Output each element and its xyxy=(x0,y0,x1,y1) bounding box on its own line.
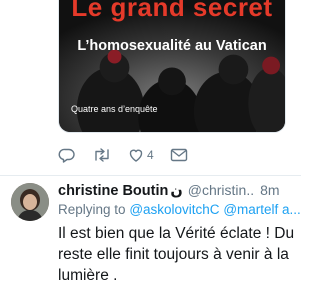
replying-to-line: Replying to @askolovitchC @martelf a... xyxy=(58,202,301,222)
tweet-divider xyxy=(0,175,301,176)
avatar[interactable] xyxy=(11,183,49,221)
direct-message-button[interactable] xyxy=(170,148,188,162)
display-name[interactable]: christine Boutin xyxy=(58,183,168,199)
cover-headline: Le grand secret xyxy=(71,0,273,22)
reply-button[interactable] xyxy=(58,147,76,163)
heart-icon xyxy=(129,149,143,162)
avatar-image xyxy=(11,183,49,221)
retweet-icon xyxy=(95,148,109,162)
display-name-emoji: ن xyxy=(170,183,183,199)
timestamp[interactable]: 8m xyxy=(260,182,279,198)
reply-tweet: christine Boutin ن @christin.. 8m Replyi… xyxy=(58,182,301,286)
previous-tweet: Le grand secret L’homosexualité au Vatic… xyxy=(0,0,301,175)
cover-subtitle: L’homosexualité au Vatican xyxy=(77,38,267,54)
replying-prefix: Replying to xyxy=(58,202,126,217)
envelope-icon xyxy=(170,148,187,162)
like-button[interactable]: 4 xyxy=(128,147,154,163)
like-count: 4 xyxy=(147,148,154,162)
retweet-button[interactable] xyxy=(92,147,112,163)
tweet-actions: 4 xyxy=(58,145,204,165)
mention-link[interactable]: @askolovitchC xyxy=(129,202,219,217)
tweet-text: Il est bien que la Vérité éclate ! Du re… xyxy=(58,225,295,284)
tweet-header: christine Boutin ن @christin.. 8m xyxy=(58,182,298,202)
tweet-media-card[interactable]: Le grand secret L’homosexualité au Vatic… xyxy=(58,0,286,133)
reply-icon xyxy=(58,148,75,163)
mention-link[interactable]: @martelf a... xyxy=(223,202,300,217)
user-handle[interactable]: @christin.. xyxy=(188,182,254,198)
cover-small-text: Quatre ans d’enquête xyxy=(71,104,158,114)
